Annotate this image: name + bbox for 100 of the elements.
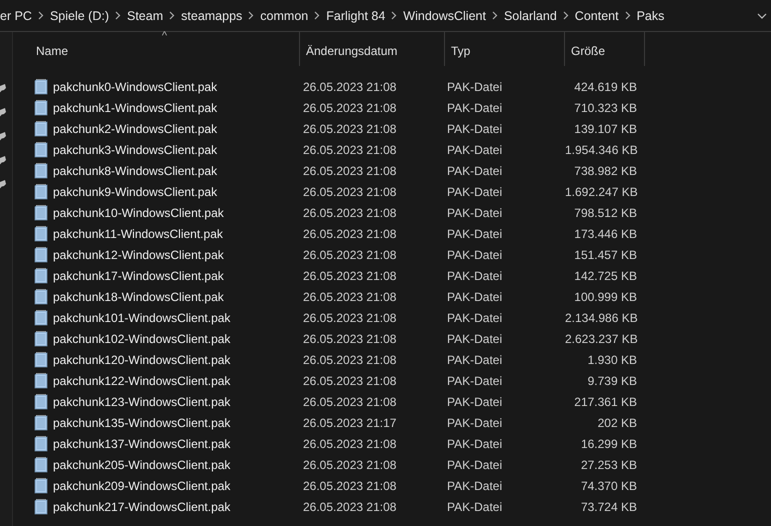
- file-date: 26.05.2023 21:08: [302, 122, 398, 136]
- file-name[interactable]: pakchunk17-WindowsClient.pak: [53, 268, 224, 282]
- file-icon: [34, 267, 49, 284]
- dropdown-icon[interactable]: [757, 12, 767, 18]
- file-name[interactable]: pakchunk10-WindowsClient.pak: [53, 206, 224, 220]
- file-name[interactable]: pakchunk102-WindowsClient.pak: [53, 332, 230, 346]
- column-header[interactable]: Typ: [445, 32, 565, 66]
- breadcrumb-item[interactable]: WindowsClient: [397, 8, 492, 22]
- chevron-right-icon: [115, 11, 121, 20]
- file-icon: [34, 288, 49, 305]
- file-size: 1.692.247 KB: [565, 184, 639, 198]
- file-icon: [34, 99, 49, 116]
- file-date: 26.05.2023 21:08: [302, 184, 398, 198]
- file-type: PAK-Datei: [446, 122, 504, 136]
- file-size: 74.370 KB: [580, 478, 638, 492]
- file-type: PAK-Datei: [446, 268, 504, 282]
- file-date: 26.05.2023 21:08: [302, 226, 398, 240]
- file-name[interactable]: pakchunk8-WindowsClient.pak: [53, 164, 218, 178]
- file-date: 26.05.2023 21:08: [302, 394, 398, 408]
- file-icon: [34, 477, 49, 494]
- sort-indicator: ^: [162, 30, 168, 42]
- breadcrumb-item[interactable]: Steam: [121, 8, 170, 22]
- file-date: 26.05.2023 21:08: [302, 332, 398, 346]
- file-size: 173.446 KB: [573, 226, 638, 240]
- file-size: 27.253 KB: [580, 458, 638, 472]
- file-size: 1.954.346 KB: [565, 142, 639, 156]
- file-icon: [34, 162, 49, 179]
- breadcrumb-item[interactable]: Spiele (D:): [44, 8, 115, 22]
- file-type: PAK-Datei: [446, 478, 504, 492]
- file-name[interactable]: pakchunk135-WindowsClient.pak: [53, 416, 230, 430]
- file-icon: [34, 414, 49, 431]
- file-name[interactable]: pakchunk0-WindowsClient.pak: [53, 80, 218, 94]
- file-size: 424.619 KB: [573, 80, 638, 94]
- file-size: 9.739 KB: [586, 374, 638, 388]
- file-size: 2.623.237 KB: [565, 332, 639, 346]
- file-date: 26.05.2023 21:08: [302, 268, 398, 282]
- file-date: 26.05.2023 21:08: [302, 80, 398, 94]
- file-type: PAK-Datei: [446, 500, 504, 514]
- file-type: PAK-Datei: [446, 310, 504, 324]
- chevron-right-icon: [169, 11, 176, 20]
- file-name[interactable]: pakchunk9-WindowsClient.pak: [53, 184, 218, 198]
- file-date: 26.05.2023 21:08: [302, 374, 398, 388]
- file-type: PAK-Datei: [446, 394, 504, 408]
- file-type: PAK-Datei: [446, 290, 504, 304]
- file-date: 26.05.2023 21:08: [302, 248, 398, 262]
- file-icon: [34, 246, 49, 263]
- file-name[interactable]: pakchunk3-WindowsClient.pak: [53, 142, 218, 156]
- chevron-right-icon: [391, 11, 398, 20]
- file-type: PAK-Datei: [446, 206, 504, 220]
- file-icon: [34, 456, 49, 473]
- file-name[interactable]: pakchunk120-WindowsClient.pak: [53, 352, 230, 366]
- file-date: 26.05.2023 21:08: [302, 290, 398, 304]
- file-date: 26.05.2023 21:08: [302, 436, 398, 450]
- column-header[interactable]: Änderungsdatum: [300, 32, 445, 66]
- file-name[interactable]: pakchunk11-WindowsClient.pak: [53, 226, 223, 240]
- file-date: 26.05.2023 21:17: [302, 416, 398, 430]
- column-header[interactable]: Größe: [565, 32, 645, 66]
- breadcrumb-item[interactable]: Farlight 84: [320, 8, 392, 22]
- file-name[interactable]: pakchunk123-WindowsClient.pak: [53, 394, 230, 408]
- file-name[interactable]: pakchunk2-WindowsClient.pak: [53, 122, 218, 136]
- file-size: 738.982 KB: [573, 164, 638, 178]
- file-date: 26.05.2023 21:08: [302, 310, 398, 324]
- file-size: 151.457 KB: [573, 248, 638, 262]
- file-icon: [34, 351, 49, 368]
- chevron-right-icon: [314, 11, 320, 20]
- breadcrumb-item[interactable]: common: [254, 8, 314, 22]
- chevron-right-icon: [38, 11, 44, 20]
- file-icon: [34, 225, 49, 242]
- file-name[interactable]: pakchunk205-WindowsClient.pak: [53, 458, 230, 472]
- chevron-right-icon: [248, 11, 254, 20]
- file-type: PAK-Datei: [446, 142, 504, 156]
- breadcrumb-item[interactable]: steamapps: [175, 8, 248, 22]
- chevron-right-icon: [492, 11, 498, 20]
- file-icon: [34, 120, 49, 137]
- file-name[interactable]: pakchunk12-WindowsClient.pak: [53, 248, 224, 262]
- file-name[interactable]: pakchunk217-WindowsClient.pak: [53, 500, 230, 514]
- file-type: PAK-Datei: [446, 416, 504, 430]
- file-icon: [34, 393, 49, 410]
- file-name[interactable]: pakchunk122-WindowsClient.pak: [53, 374, 230, 388]
- file-date: 26.05.2023 21:08: [302, 352, 398, 366]
- file-icon: [34, 309, 49, 326]
- chevron-right-icon: [624, 11, 631, 20]
- breadcrumb-item[interactable]: Content: [568, 8, 625, 22]
- column-header[interactable]: Name ^: [30, 32, 300, 66]
- file-name[interactable]: pakchunk137-WindowsClient.pak: [53, 436, 230, 450]
- file-name[interactable]: pakchunk18-WindowsClient.pak: [53, 290, 224, 304]
- file-type: PAK-Datei: [446, 352, 504, 366]
- breadcrumb-item[interactable]: Paks: [630, 8, 670, 22]
- file-size: 142.725 KB: [573, 268, 638, 282]
- file-name[interactable]: pakchunk101-WindowsClient.pak: [53, 310, 230, 324]
- breadcrumb-item[interactable]: er PC: [0, 8, 38, 22]
- file-date: 26.05.2023 21:08: [302, 100, 398, 114]
- file-name[interactable]: pakchunk1-WindowsClient.pak: [53, 100, 218, 114]
- file-icon: [34, 78, 49, 95]
- file-type: PAK-Datei: [446, 332, 504, 346]
- breadcrumb-item[interactable]: Solarland: [498, 8, 563, 22]
- file-name[interactable]: pakchunk209-WindowsClient.pak: [53, 478, 230, 492]
- file-type: PAK-Datei: [446, 248, 504, 262]
- file-icon: [34, 204, 49, 221]
- file-size: 798.512 KB: [573, 206, 638, 220]
